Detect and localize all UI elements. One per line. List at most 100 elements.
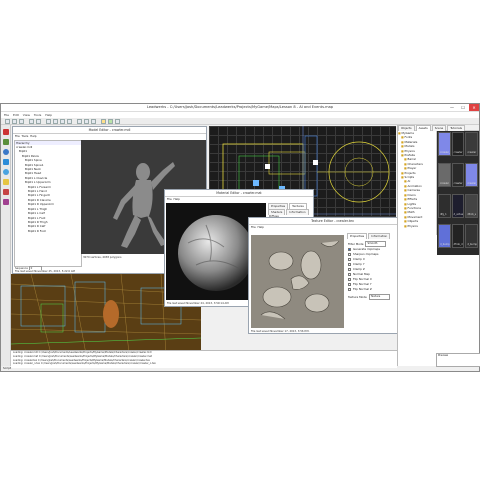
folder-label: Physics [407, 223, 418, 228]
folder-label: Player [407, 166, 417, 171]
maximize-button[interactable]: ☐ [458, 104, 468, 111]
texture-editor-window: Texture Editor - crawler.tex File Help P… [248, 217, 417, 334]
material-editor-menu: File Help [165, 197, 313, 202]
asset-thumbnail[interactable]: d_bump_b [465, 224, 478, 249]
cylinder-brush-icon[interactable] [3, 159, 9, 165]
undo-icon[interactable] [29, 118, 34, 124]
texture-option-checkbox[interactable] [348, 263, 351, 266]
asset-label: dfg_1 [440, 212, 447, 216]
folder-label: Models [404, 144, 415, 149]
select-icon[interactable] [46, 118, 51, 124]
folder-label: Cameras [407, 188, 420, 193]
asset-label: crawler_n [440, 151, 451, 154]
texture-menu-help[interactable]: Help [257, 225, 263, 229]
terrain-tool-icon[interactable] [3, 199, 9, 205]
texture-editor-title: Texture Editor - crawler.tex [249, 218, 416, 225]
asset-thumbnail[interactable]: crawler [438, 162, 451, 187]
texture-tab-properties[interactable]: Properties [347, 233, 368, 239]
asset-thumbnail[interactable]: crawler_n [465, 162, 478, 187]
texture-option-checkbox[interactable] [348, 288, 351, 291]
texture-option-checkbox[interactable] [348, 253, 351, 256]
asset-label: crawler [467, 151, 477, 154]
model-menu-help[interactable]: Help [30, 134, 36, 138]
asset-thumbnail[interactable]: dfg_1 [438, 193, 451, 218]
texture-tabs: Properties Information [347, 233, 391, 239]
asset-label: crawler_n [467, 181, 478, 185]
hierarchy-tree: crawler.mdl Bip01 Bip01 Pelvis Bip01 Spine B… [15, 145, 81, 233]
folder-label: Animation [407, 183, 422, 188]
asset-label: d_bump_b [467, 243, 477, 247]
open-icon[interactable] [12, 118, 17, 124]
texture-mode-select[interactable]: Texture [368, 294, 390, 300]
asset-thumbnail[interactable]: dfrob_d [451, 224, 465, 249]
close-button[interactable]: ✕ [469, 104, 479, 111]
folder-label: Effects [407, 197, 418, 202]
camera-icon[interactable] [91, 118, 96, 124]
play-icon[interactable] [108, 118, 113, 124]
pyramid-brush-icon[interactable] [3, 179, 9, 185]
redo-icon[interactable] [36, 118, 41, 124]
grid-icon[interactable] [77, 118, 82, 124]
texture-menu-file[interactable]: File [251, 225, 256, 229]
asset-browser: crawler_n crawler crawler crawler crawler cra… [437, 131, 479, 255]
texture-tab-information[interactable]: Information [368, 233, 391, 239]
arch-brush-icon[interactable] [3, 189, 9, 195]
box-brush-icon[interactable] [3, 129, 9, 135]
model-menu-file[interactable]: File [15, 134, 20, 138]
scale-icon[interactable] [67, 118, 72, 124]
folder-label: Doors [407, 192, 416, 197]
material-menu-file[interactable]: File [167, 197, 172, 201]
light-icon[interactable] [101, 118, 106, 124]
model-editor-menu: File Tools Help [13, 134, 206, 139]
filter-mode-label: Filter Mode [348, 241, 364, 246]
texture-option-checkbox[interactable] [348, 268, 351, 271]
texture-option-checkbox[interactable] [348, 248, 351, 251]
model-menu-tools[interactable]: Tools [21, 134, 28, 138]
object-tools [1, 125, 11, 366]
console-panel: Loading: crawler.mdl C:/Users/Josh/Docum… [11, 350, 397, 368]
asset-thumbnail[interactable]: d_bump [438, 224, 451, 249]
asset-thumbnail[interactable]: crawler [451, 132, 465, 156]
texture-preview[interactable] [251, 235, 344, 328]
asset-label: crawler [453, 151, 463, 154]
hierarchy-panel: Hierarchy crawler.mdl Bip01 Bip01 Pelvis Bi… [14, 140, 82, 267]
crawler-texture [251, 235, 344, 328]
cone-brush-icon[interactable] [3, 169, 9, 175]
material-menu-help[interactable]: Help [173, 197, 179, 201]
save-icon[interactable] [19, 118, 24, 124]
window-title: Leadwerks - C:/Users/Josh/Documents/Lead… [146, 105, 334, 109]
move-icon[interactable] [53, 118, 58, 124]
texture-option-checkbox[interactable] [348, 258, 351, 261]
texture-mode-label: Texture Mode [348, 294, 367, 299]
asset-label: crawler [453, 181, 463, 185]
folder-label: Materials [404, 139, 418, 144]
folder-label: Projects [404, 170, 416, 175]
texture-option-checkbox[interactable] [348, 278, 351, 281]
asset-label: crawler [440, 181, 449, 185]
texture-editor-menu: File Help [249, 225, 416, 230]
texture-option-checkbox[interactable] [348, 283, 351, 286]
asset-thumbnail[interactable]: crawler_n [438, 132, 451, 156]
hierarchy-node[interactable]: Bip01 R Foot [15, 229, 81, 233]
asset-thumbnail[interactable]: crawler [465, 132, 478, 156]
folder-label: Physics [404, 148, 415, 153]
asset-label: d_bump [440, 243, 450, 247]
folder-label: Fonts [404, 135, 413, 140]
script-tab[interactable]: Script [3, 366, 33, 371]
asset-thumbnail[interactable]: dfrob_s [465, 193, 478, 218]
tab-information[interactable]: Information [286, 209, 309, 215]
wedge-brush-icon[interactable] [3, 139, 9, 145]
snap-icon[interactable] [84, 118, 89, 124]
folder-label: Scripts [404, 175, 415, 180]
asset-thumbnail[interactable]: d_actual [451, 193, 465, 218]
title-bar: Leadwerks - C:/Users/Josh/Documents/Lead… [1, 104, 479, 112]
asset-thumbnail[interactable]: crawler [451, 162, 465, 187]
minimize-button[interactable]: — [447, 104, 457, 111]
run-icon[interactable] [115, 118, 120, 124]
texture-option-checkbox[interactable] [348, 273, 351, 276]
preview-panel: Preview [436, 353, 480, 367]
rotate-icon[interactable] [60, 118, 65, 124]
folder-item[interactable]: ■ Physics [398, 224, 436, 228]
new-icon[interactable] [5, 118, 10, 124]
sphere-brush-icon[interactable] [3, 149, 9, 155]
